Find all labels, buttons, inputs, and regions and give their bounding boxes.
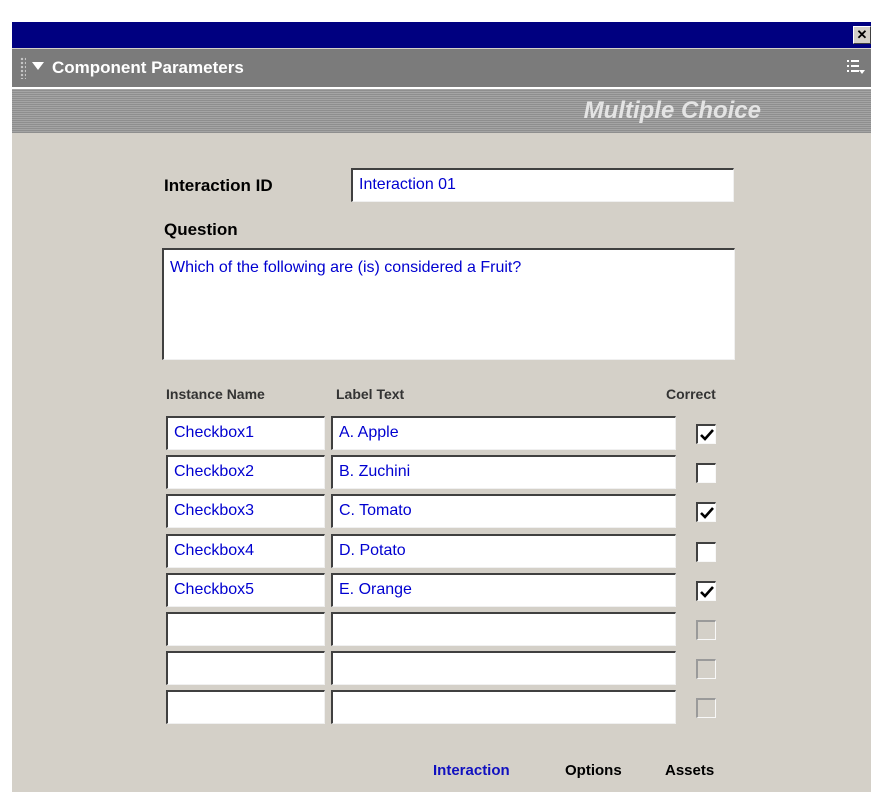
label-text-field[interactable]: C. Tomato	[331, 494, 676, 528]
correct-checkbox[interactable]	[696, 581, 716, 601]
panel-header: Component Parameters	[12, 49, 871, 89]
panel-menu-icon[interactable]	[847, 59, 865, 75]
component-parameters-window: ✕ Component Parameters Multiple Choice I…	[12, 22, 871, 792]
close-button[interactable]: ✕	[853, 26, 871, 44]
interaction-id-label: Interaction ID	[164, 176, 273, 195]
correct-checkbox[interactable]	[696, 698, 716, 718]
instance-name-field[interactable]	[166, 612, 325, 646]
instance-name-field[interactable]: Checkbox4	[166, 534, 325, 568]
column-header-instance-name: Instance Name	[166, 386, 265, 402]
column-header-correct: Correct	[666, 386, 716, 402]
correct-checkbox[interactable]	[696, 502, 716, 522]
tab-assets[interactable]: Assets	[665, 762, 714, 779]
checkmark-icon	[700, 429, 714, 441]
close-icon: ✕	[856, 27, 868, 42]
title-bar[interactable]: ✕	[12, 22, 871, 48]
checkmark-icon	[700, 586, 714, 598]
label-text-field[interactable]	[331, 651, 676, 685]
interaction-id-field[interactable]: Interaction 01	[351, 168, 734, 202]
instance-name-field[interactable]: Checkbox5	[166, 573, 325, 607]
label-text-field[interactable]: D. Potato	[331, 534, 676, 568]
tab-interaction[interactable]: Interaction	[433, 762, 510, 779]
instance-name-field[interactable]: Checkbox2	[166, 455, 325, 489]
label-text-field[interactable]	[331, 612, 676, 646]
component-type-header: Multiple Choice	[12, 89, 871, 133]
component-type-title: Multiple Choice	[583, 97, 761, 124]
correct-checkbox[interactable]	[696, 463, 716, 483]
column-header-label-text: Label Text	[336, 386, 405, 402]
correct-checkbox[interactable]	[696, 424, 716, 444]
instance-name-field[interactable]	[166, 651, 325, 685]
panel-title[interactable]: Component Parameters	[52, 58, 244, 78]
checkmark-icon	[700, 507, 714, 519]
correct-checkbox[interactable]	[696, 620, 716, 640]
tab-options[interactable]: Options	[565, 762, 622, 779]
question-field[interactable]: Which of the following are (is) consider…	[162, 248, 735, 360]
label-text-field[interactable]	[331, 690, 676, 724]
label-text-field[interactable]: E. Orange	[331, 573, 676, 607]
instance-name-field[interactable]: Checkbox1	[166, 416, 325, 450]
instance-name-field[interactable]	[166, 690, 325, 724]
question-label: Question	[164, 220, 238, 239]
label-text-field[interactable]: B. Zuchini	[331, 455, 676, 489]
drag-grip-icon[interactable]	[20, 57, 26, 79]
instance-name-field[interactable]: Checkbox3	[166, 494, 325, 528]
correct-checkbox[interactable]	[696, 542, 716, 562]
collapse-arrow-icon[interactable]	[32, 62, 44, 70]
label-text-field[interactable]: A. Apple	[331, 416, 676, 450]
correct-checkbox[interactable]	[696, 659, 716, 679]
